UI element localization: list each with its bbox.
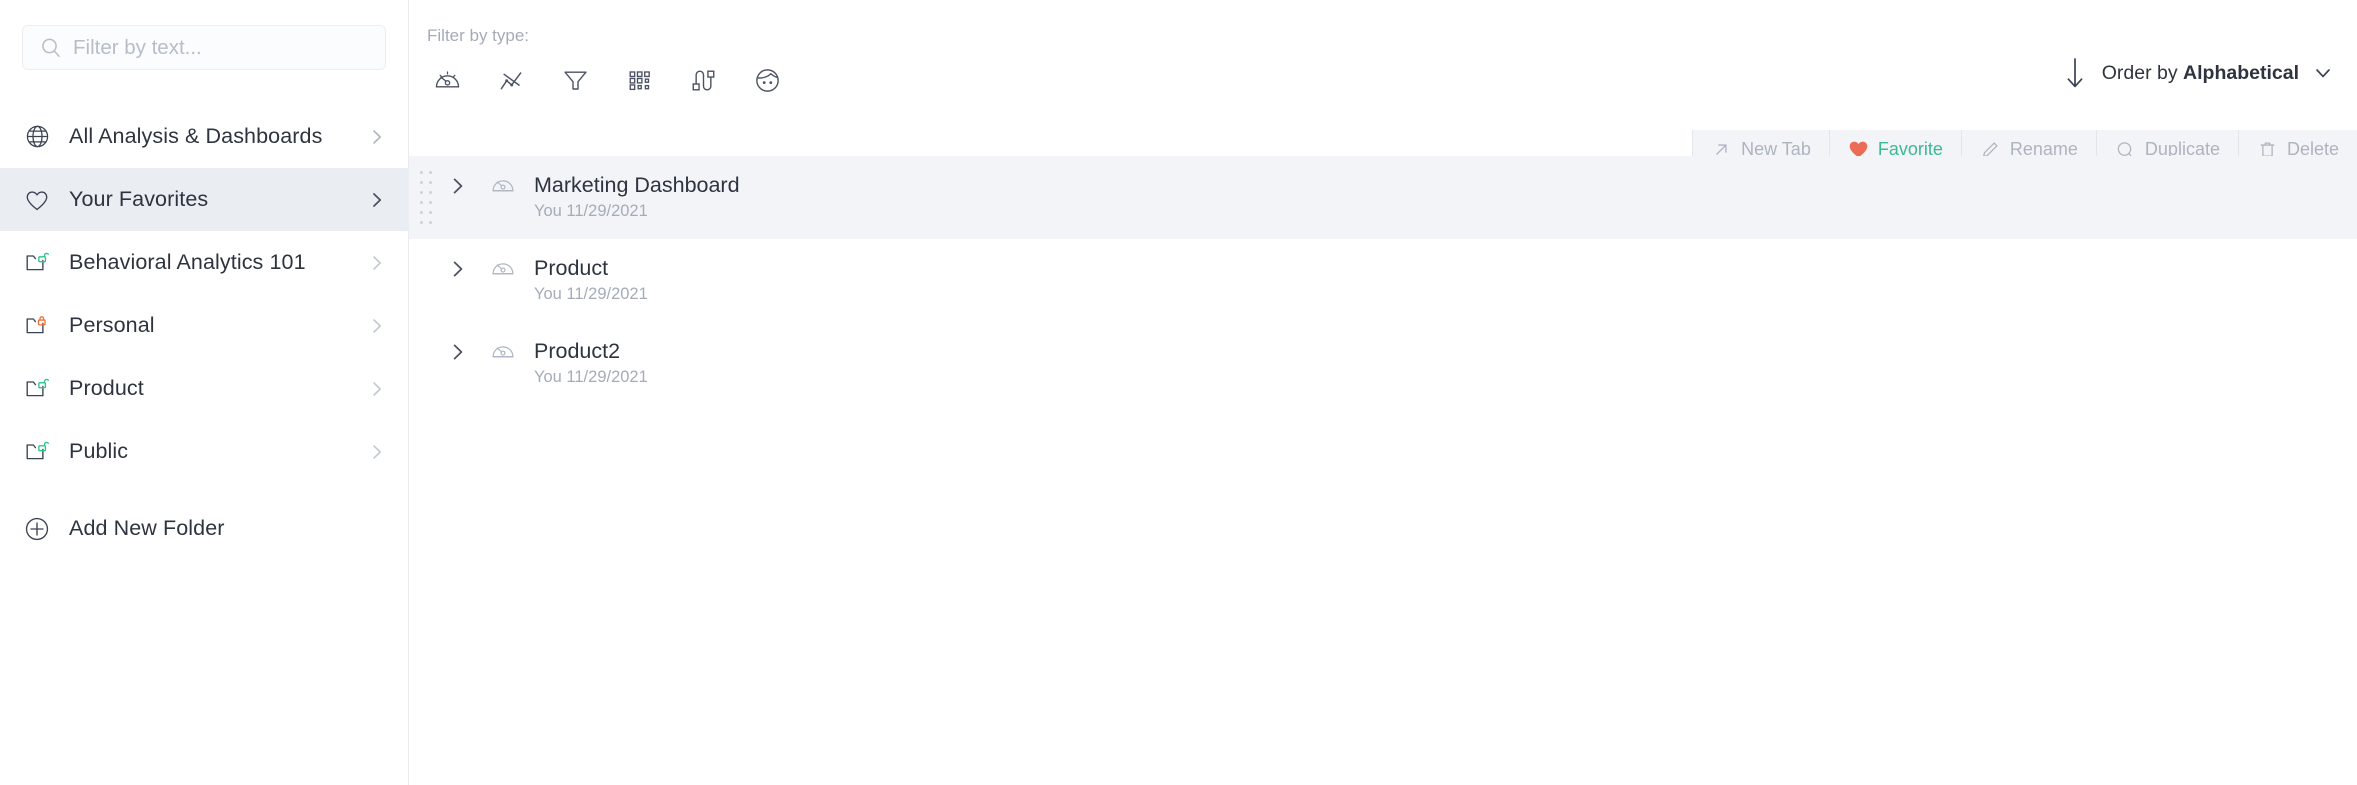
order-by-value: Alphabetical <box>2183 61 2299 84</box>
row-body: Product You 11/29/2021 <box>534 255 648 304</box>
chevron-right-icon[interactable] <box>368 380 386 398</box>
chevron-down-icon[interactable] <box>2313 63 2333 83</box>
row-meta: You 11/29/2021 <box>534 202 648 220</box>
arrow-down-icon[interactable] <box>2064 56 2086 90</box>
line-chart-icon[interactable] <box>488 60 535 100</box>
folder-locked-icon <box>22 311 52 341</box>
content-browser-page: All Analysis & Dashboards Your Favorites <box>0 0 2357 785</box>
grid-table-icon[interactable] <box>616 60 663 100</box>
search-container <box>22 25 386 70</box>
filter-by-type-label: Filter by type: <box>427 26 530 45</box>
plus-circle-icon <box>22 514 52 544</box>
table-row[interactable]: Product2 You 11/29/2021 <box>409 322 2357 405</box>
order-by-label: Order by Alphabetical <box>2102 62 2299 85</box>
search-input[interactable] <box>73 27 363 68</box>
row-meta: You 11/29/2021 <box>534 368 648 386</box>
row-title[interactable]: Marketing Dashboard <box>534 172 740 198</box>
sidebar-nav: All Analysis & Dashboards Your Favorites <box>0 105 409 560</box>
globe-icon <box>22 122 52 152</box>
chevron-right-icon[interactable] <box>368 128 386 146</box>
heart-outline-icon <box>22 185 52 215</box>
sidebar-item-label: Personal <box>69 313 155 337</box>
dashboard-gauge-icon <box>490 255 516 281</box>
sidebar-item-all-analysis-dashboards[interactable]: All Analysis & Dashboards <box>0 105 409 168</box>
sidebar-item-label: All Analysis & Dashboards <box>69 124 323 148</box>
table-row[interactable]: Product You 11/29/2021 <box>409 239 2357 322</box>
sidebar-item-label: Your Favorites <box>69 187 209 211</box>
dashboard-gauge-icon <box>490 338 516 364</box>
drag-handle[interactable] <box>415 167 437 227</box>
sidebar-item-add-new-folder[interactable]: Add New Folder <box>0 497 409 560</box>
chevron-right-icon[interactable] <box>368 443 386 461</box>
chevron-right-icon[interactable] <box>368 191 386 209</box>
sidebar-item-public[interactable]: Public <box>0 420 409 483</box>
chevron-right-icon[interactable] <box>448 176 468 196</box>
user-face-icon[interactable] <box>744 60 791 100</box>
dashboard-gauge-icon <box>490 172 516 198</box>
sidebar-item-personal[interactable]: Personal <box>0 294 409 357</box>
sidebar-item-behavioral-analytics-101[interactable]: Behavioral Analytics 101 <box>0 231 409 294</box>
order-by-prefix: Order by <box>2101 61 2184 84</box>
row-title[interactable]: Product <box>534 255 648 281</box>
chevron-right-icon[interactable] <box>448 259 468 279</box>
dashboard-gauge-icon[interactable] <box>424 60 471 100</box>
chevron-right-icon[interactable] <box>368 317 386 335</box>
sidebar-item-label: Behavioral Analytics 101 <box>69 250 306 274</box>
type-filter-toolbar <box>424 60 791 100</box>
sidebar: All Analysis & Dashboards Your Favorites <box>0 0 409 785</box>
row-meta: You 11/29/2021 <box>534 285 648 303</box>
folder-unlocked-icon <box>22 248 52 278</box>
folder-unlocked-icon <box>22 374 52 404</box>
content-list: Marketing Dashboard You 11/29/2021 Produ… <box>409 156 2357 405</box>
search-box[interactable] <box>22 25 386 70</box>
chevron-right-icon[interactable] <box>368 254 386 272</box>
row-body: Product2 You 11/29/2021 <box>534 338 648 387</box>
folder-unlocked-icon <box>22 437 52 467</box>
pathfinder-journey-icon[interactable] <box>680 60 727 100</box>
row-title[interactable]: Product2 <box>534 338 648 364</box>
sidebar-item-your-favorites[interactable]: Your Favorites <box>0 168 409 231</box>
row-body: Marketing Dashboard You 11/29/2021 <box>534 172 740 221</box>
sidebar-item-label: Add New Folder <box>69 516 225 540</box>
sidebar-item-label: Public <box>69 439 129 463</box>
table-row[interactable]: Marketing Dashboard You 11/29/2021 <box>409 156 2357 239</box>
order-by-control[interactable]: Order by Alphabetical <box>2064 56 2333 90</box>
main-panel: Filter by type: Order by Alphabetical Ne… <box>409 0 2357 785</box>
sidebar-item-product[interactable]: Product <box>0 357 409 420</box>
search-icon <box>40 37 62 59</box>
funnel-icon[interactable] <box>552 60 599 100</box>
sidebar-item-label: Product <box>69 376 144 400</box>
chevron-right-icon[interactable] <box>448 342 468 362</box>
